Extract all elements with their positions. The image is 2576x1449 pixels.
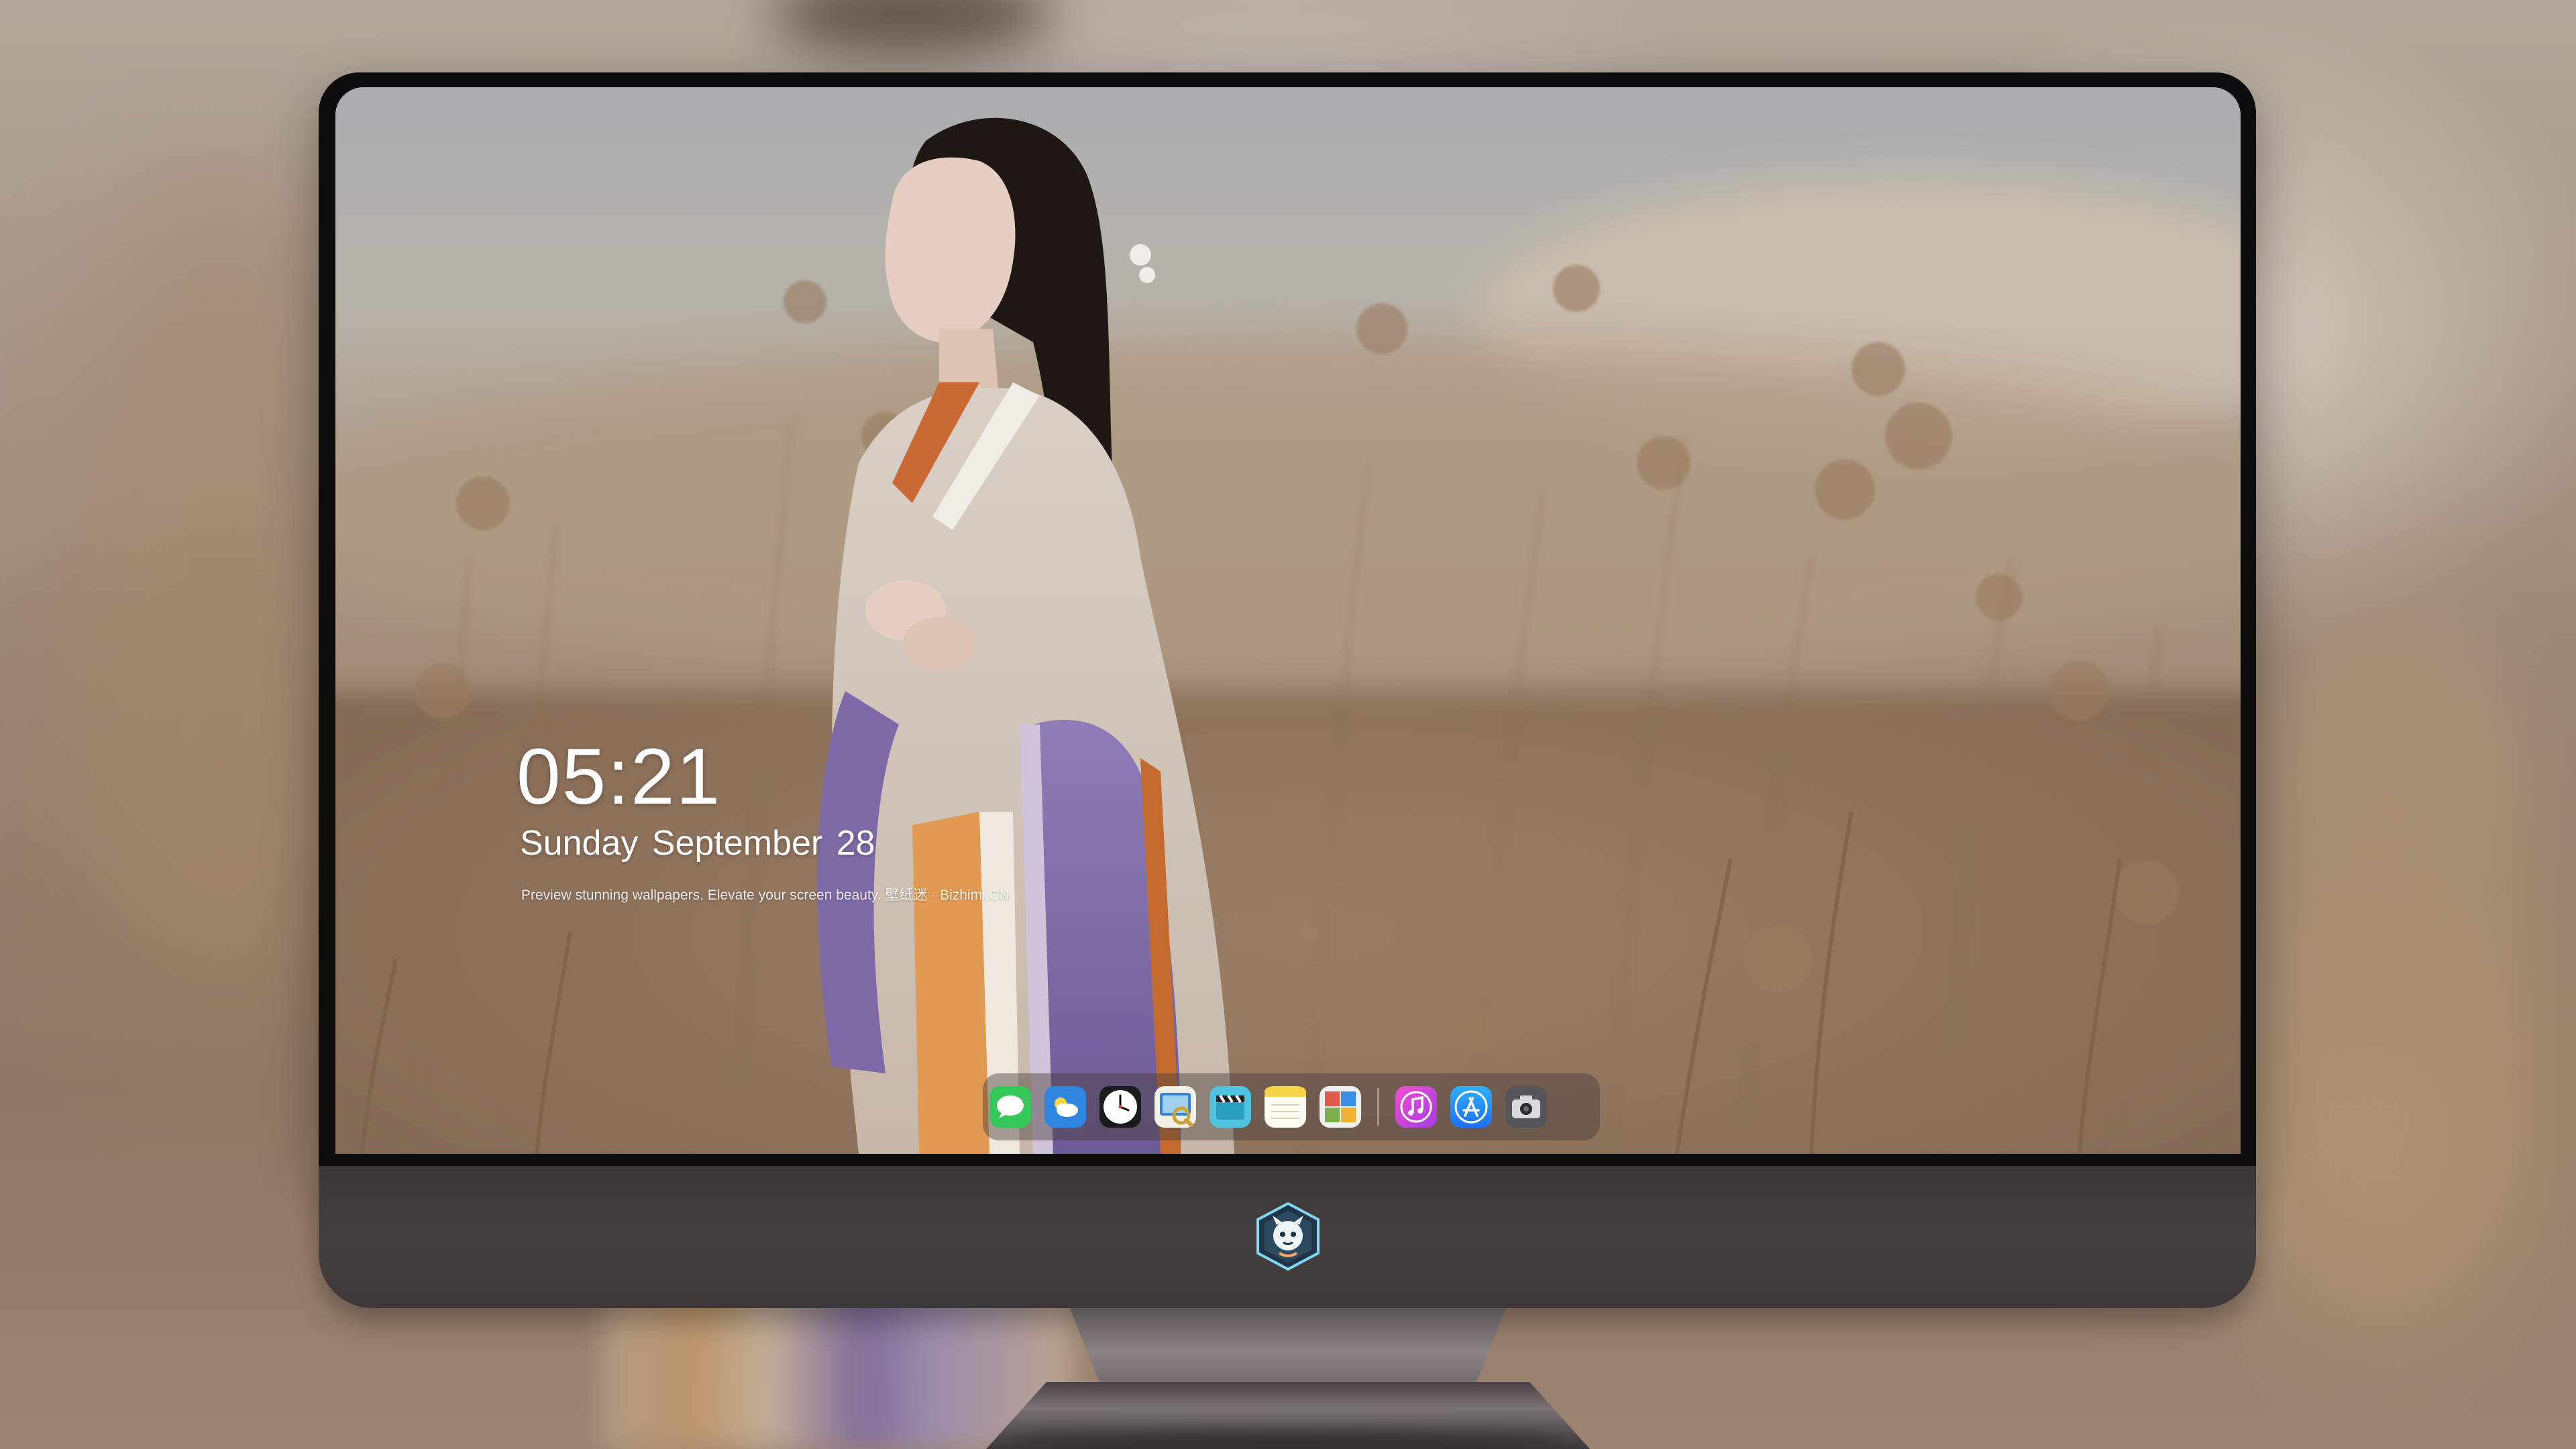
monitor-screen: 05:21 Sunday September 28 Preview stunni… xyxy=(335,87,2241,1154)
wallpaper-grass-and-figure xyxy=(360,117,2179,1154)
dock xyxy=(983,1073,1600,1140)
weather-icon[interactable] xyxy=(1044,1086,1086,1128)
wallpaper xyxy=(335,87,2241,1154)
camera-icon[interactable] xyxy=(1505,1086,1547,1128)
lock-screen-date: Sunday September 28 xyxy=(520,824,875,863)
wallpaper-caption: Preview stunning wallpapers. Elevate you… xyxy=(521,888,1010,903)
music-icon[interactable] xyxy=(1395,1086,1437,1128)
notes-icon[interactable] xyxy=(1265,1086,1306,1128)
clock-icon[interactable] xyxy=(1099,1086,1141,1128)
dragon-mascot-logo xyxy=(1256,1201,1320,1271)
dock-separator xyxy=(1377,1088,1379,1126)
photo-booth-icon[interactable] xyxy=(1320,1086,1361,1128)
clapperboard-icon[interactable] xyxy=(1210,1086,1251,1128)
preview-icon[interactable] xyxy=(1155,1086,1196,1128)
lock-screen-time: 05:21 xyxy=(517,733,722,821)
messages-icon[interactable] xyxy=(989,1086,1031,1128)
app-store-icon[interactable] xyxy=(1450,1086,1492,1128)
